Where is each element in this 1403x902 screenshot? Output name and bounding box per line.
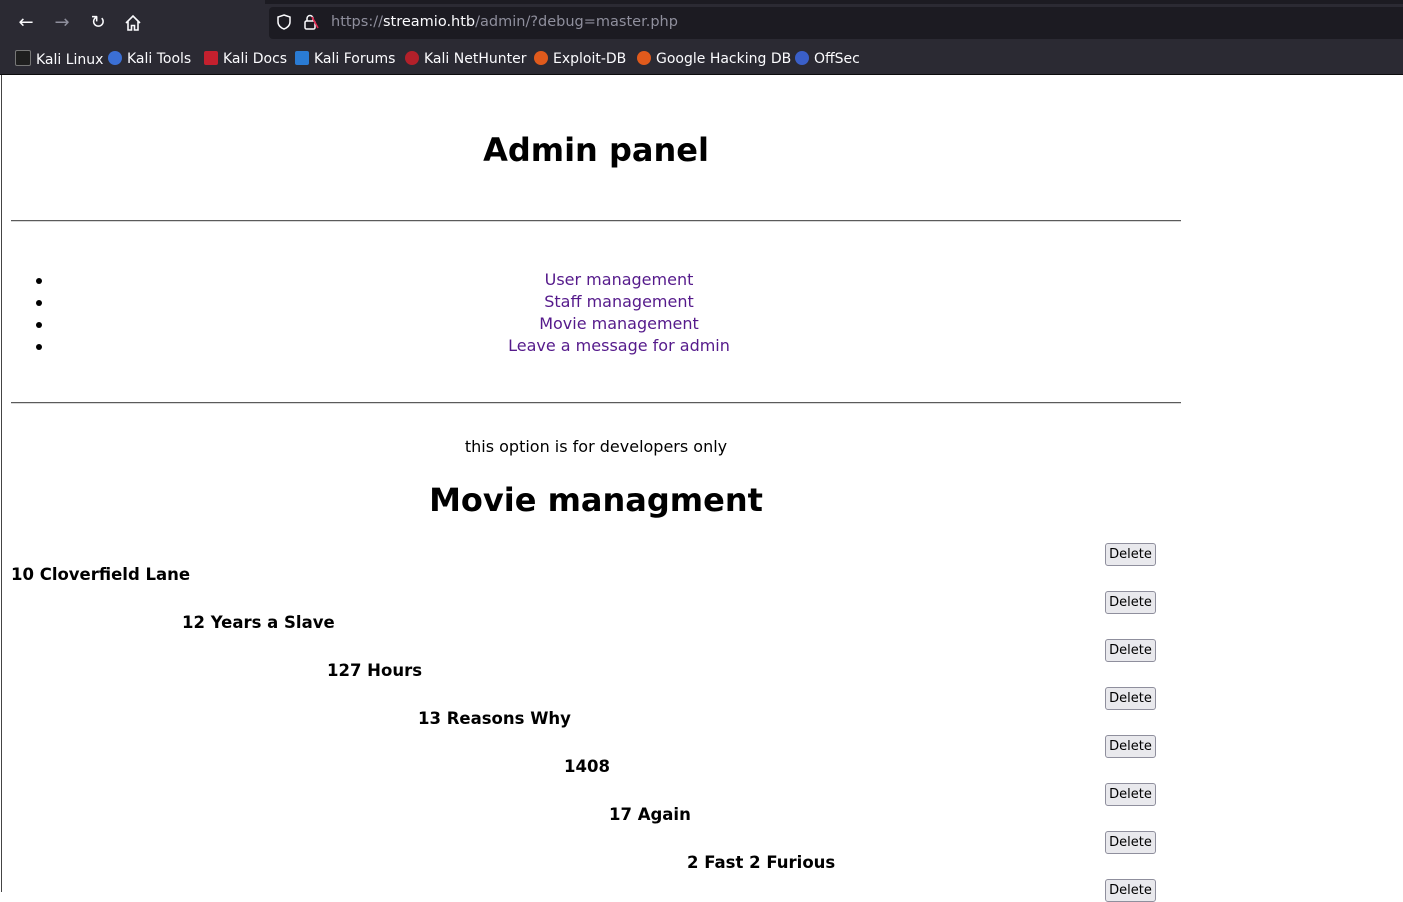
bookmark-label: Kali Tools — [127, 51, 192, 67]
delete-button[interactable]: Delete — [1105, 543, 1156, 566]
bookmark-label: Google Hacking DB — [656, 51, 792, 67]
forward-icon[interactable]: → — [50, 11, 74, 35]
movie-title: 127 Hours — [327, 661, 423, 680]
bookmark-label: OffSec — [814, 51, 860, 67]
delete-button[interactable]: Delete — [1105, 639, 1156, 662]
bullet — [36, 344, 42, 350]
delete-button[interactable]: Delete — [1105, 783, 1156, 806]
link-staff-management[interactable]: Staff management — [544, 292, 694, 311]
bookmark-offsec[interactable]: OffSec — [795, 50, 860, 68]
movie-title: 13 Reasons Why — [418, 709, 571, 728]
bullet — [36, 278, 42, 284]
bookmark-kali-forums[interactable]: Kali Forums — [295, 50, 395, 68]
insecure-lock-icon[interactable] — [303, 13, 319, 31]
page-content: Admin panel User management Staff manage… — [1, 75, 1403, 902]
bookmark-label: Kali Forums — [314, 51, 396, 67]
kali-forums-icon — [295, 51, 309, 65]
bookmark-exploit-db[interactable]: Exploit-DB — [534, 50, 626, 68]
tab-strip — [0, 0, 1403, 4]
delete-button[interactable]: Delete — [1105, 591, 1156, 614]
url-text[interactable]: https://streamio.htb/admin/?debug=master… — [331, 14, 678, 30]
page-title: Admin panel — [483, 131, 709, 169]
bookmark-kali-nethunter[interactable]: Kali NetHunter — [405, 50, 526, 68]
bullet — [36, 300, 42, 306]
movie-title: 1408 — [564, 757, 610, 776]
movie-title: 12 Years a Slave — [182, 613, 335, 632]
link-user-management[interactable]: User management — [545, 270, 694, 289]
tracking-protection-icon[interactable] — [277, 14, 291, 30]
offsec-icon — [795, 51, 809, 65]
movie-title: 2 Fast 2 Furious — [687, 853, 836, 872]
admin-nav: User management Staff management Movie m… — [2, 269, 1190, 357]
kali-dragon-icon — [15, 50, 31, 66]
url-path: /admin/?debug=master.php — [475, 14, 678, 30]
delete-button[interactable]: Delete — [1105, 831, 1156, 854]
nav-item-leave-message: Leave a message for admin — [2, 335, 1190, 357]
bookmarks-toolbar: Kali Linux Kali Tools Kali Docs Kali For… — [0, 44, 1403, 75]
delete-button[interactable]: Delete — [1105, 735, 1156, 758]
bookmark-kali-tools[interactable]: Kali Tools — [108, 50, 191, 68]
delete-button[interactable]: Delete — [1105, 879, 1156, 902]
url-host: streamio.htb — [382, 14, 476, 30]
browser-toolbar: ← → ↻ https://streamio.htb/admin/?debug=… — [0, 0, 1403, 44]
nav-item-movie-management: Movie management — [2, 313, 1190, 335]
section-title: Movie managment — [429, 481, 763, 519]
link-leave-message[interactable]: Leave a message for admin — [508, 336, 730, 355]
divider — [11, 402, 1181, 404]
movie-title: 10 Cloverfield Lane — [11, 565, 191, 584]
nav-item-staff-management: Staff management — [2, 291, 1190, 313]
reload-icon[interactable]: ↻ — [86, 11, 110, 35]
ghdb-icon — [637, 51, 651, 65]
bullet — [36, 322, 42, 328]
bookmark-label: Kali NetHunter — [424, 51, 527, 67]
home-icon[interactable] — [121, 11, 145, 35]
link-movie-management[interactable]: Movie management — [539, 314, 699, 333]
back-icon[interactable]: ← — [14, 11, 38, 35]
divider — [11, 220, 1181, 222]
address-bar[interactable]: https://streamio.htb/admin/?debug=master… — [269, 7, 1403, 39]
exploit-db-icon — [534, 51, 548, 65]
bookmark-label: Exploit-DB — [553, 51, 627, 67]
url-scheme: https:// — [331, 14, 383, 30]
movie-title: 17 Again — [609, 805, 691, 824]
delete-button[interactable]: Delete — [1105, 687, 1156, 710]
bookmark-kali-linux[interactable]: Kali Linux — [15, 50, 103, 68]
kali-docs-icon — [204, 51, 218, 65]
bookmark-label: Kali Docs — [223, 51, 288, 67]
bookmark-google-hacking-db[interactable]: Google Hacking DB — [637, 50, 791, 68]
developer-note: this option is for developers only — [464, 437, 728, 456]
bookmark-label: Kali Linux — [36, 52, 104, 68]
bookmark-kali-docs[interactable]: Kali Docs — [204, 50, 287, 68]
kali-nethunter-icon — [405, 51, 419, 65]
kali-tools-icon — [108, 51, 122, 65]
nav-item-user-management: User management — [2, 269, 1190, 291]
